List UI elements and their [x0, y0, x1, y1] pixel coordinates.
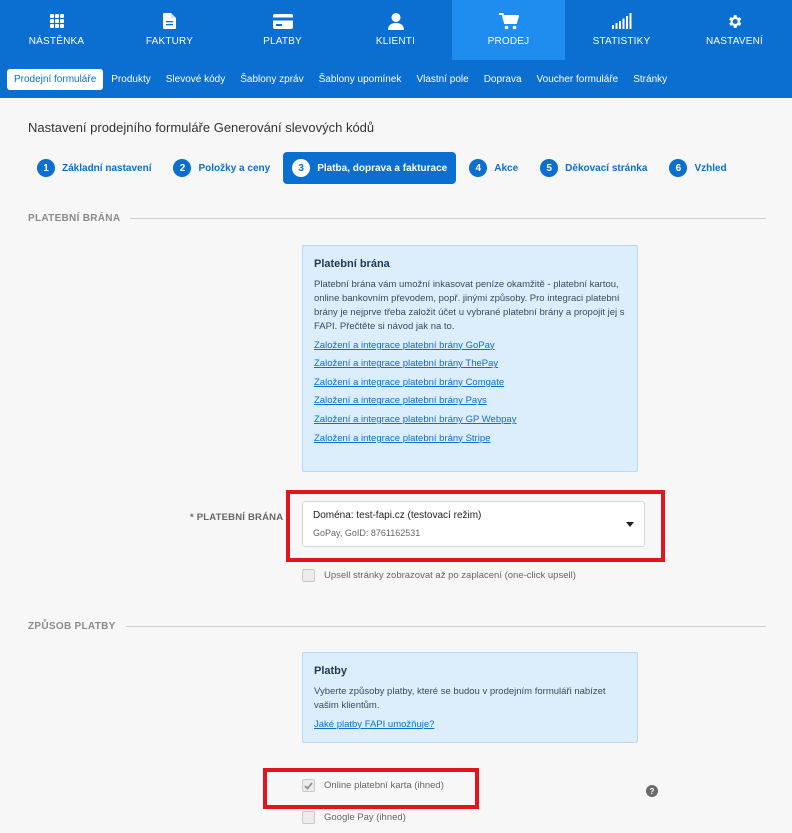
step-5[interactable]: 5 Děkovací stránka: [531, 152, 656, 184]
signal-bars-icon: [611, 12, 632, 30]
section-divider: [125, 626, 766, 627]
step-label: Základní nastavení: [62, 162, 152, 174]
dashboard-grid-icon: [49, 12, 64, 30]
step-4[interactable]: 4 Akce: [460, 152, 527, 184]
subnav-item-stranky[interactable]: Stránky: [626, 69, 674, 90]
payment-option-googlepay-row[interactable]: Google Pay (ihned): [302, 811, 406, 824]
nav-item-label: STATISTIKY: [592, 36, 651, 47]
step-number: 1: [37, 159, 55, 177]
shopping-cart-icon: [498, 12, 519, 30]
link-gpwebpay-guide[interactable]: Založení a integrace platební brány GP W…: [314, 413, 626, 427]
step-2[interactable]: 2 Položky a ceny: [164, 152, 279, 184]
link-comgate-guide[interactable]: Založení a integrace platební brány Comg…: [314, 376, 626, 390]
subnav-item-vlastni-pole[interactable]: Vlastní pole: [409, 69, 475, 90]
gear-icon: [726, 12, 743, 30]
google-pay-label: Google Pay (ihned): [324, 812, 406, 823]
upsell-checkbox[interactable]: [302, 569, 315, 582]
subnav-item-sablony-zprav[interactable]: Šablony zpráv: [233, 69, 310, 90]
nav-item-label: NASTAVENÍ: [706, 36, 763, 47]
subnav-item-sablony-upominek[interactable]: Šablony upomínek: [312, 69, 409, 90]
step-label: Děkovací stránka: [565, 162, 648, 174]
nav-item-nastenka[interactable]: NÁSTĚNKA: [0, 0, 113, 60]
step-number: 6: [669, 159, 688, 177]
gateway-info-box: Platební brána Platební brána vám umožní…: [302, 245, 638, 472]
subnav-item-slevove-kody[interactable]: Slevové kódy: [159, 69, 232, 90]
step-3[interactable]: 3 Platba, doprava a fakturace: [283, 152, 457, 184]
payment-info-box: Platby Vyberte způsoby platby, které se …: [302, 652, 638, 743]
link-fapi-payments[interactable]: Jaké platby FAPI umožňuje?: [314, 718, 626, 732]
subnav-item-voucher-formulare[interactable]: Voucher formuláře: [530, 69, 626, 90]
subnav-item-produkty[interactable]: Produkty: [104, 69, 157, 90]
nav-item-label: NÁSTĚNKA: [28, 36, 85, 47]
nav-item-label: PLATBY: [263, 36, 302, 47]
nav-item-label: KLIENTI: [375, 36, 416, 47]
step-number: 4: [469, 159, 488, 177]
subnav-item-prodejni-formulare[interactable]: Prodejní formuláře: [7, 68, 104, 90]
step-label: Akce: [494, 162, 519, 174]
section-title: ZPŮSOB PLATBY: [28, 621, 116, 632]
info-text: Vyberte způsoby platby, které se budou v…: [314, 686, 606, 711]
google-pay-checkbox[interactable]: [302, 811, 315, 824]
document-icon: [163, 12, 176, 30]
nav-item-klienti[interactable]: KLIENTI: [339, 0, 452, 60]
step-number: 5: [540, 159, 559, 177]
highlight-box-card-payment: [263, 768, 479, 809]
nav-item-label: PRODEJ: [487, 36, 530, 47]
highlight-box-gateway: [286, 490, 665, 562]
section-header-payment: ZPŮSOB PLATBY: [28, 621, 766, 632]
subnav-item-doprava[interactable]: Doprava: [477, 69, 529, 90]
help-icon[interactable]: ?: [646, 785, 658, 797]
info-heading: Platební brána: [314, 258, 390, 270]
step-label: Vzhled: [694, 162, 727, 174]
step-number: 3: [292, 159, 311, 177]
user-icon: [387, 12, 404, 30]
step-1[interactable]: 1 Základní nastavení: [28, 152, 160, 184]
link-thepay-guide[interactable]: Založení a integrace platební brány TheP…: [314, 357, 626, 371]
upsell-checkbox-row[interactable]: Upsell stránky zobrazovat až po zaplacen…: [302, 569, 576, 582]
nav-item-label: FAKTURY: [145, 36, 194, 47]
info-heading: Platby: [314, 665, 348, 677]
link-gopay-guide[interactable]: Založení a integrace platební brány GoPa…: [314, 339, 626, 353]
nav-item-platby[interactable]: PLATBY: [226, 0, 339, 60]
wizard-steps: 1 Základní nastavení 2 Položky a ceny 3 …: [28, 152, 740, 184]
section-title: PLATEBNÍ BRÁNA: [28, 213, 121, 224]
upsell-label: Upsell stránky zobrazovat až po zaplacen…: [324, 570, 576, 581]
section-divider: [130, 218, 766, 219]
credit-card-icon: [272, 12, 293, 30]
nav-item-statistiky[interactable]: STATISTIKY: [565, 0, 678, 60]
step-6[interactable]: 6 Vzhled: [660, 152, 735, 184]
sub-navigation: Prodejní formuláře Produkty Slevové kódy…: [0, 60, 792, 98]
step-number: 2: [173, 159, 192, 177]
info-text: Platební brána vám umožní inkasovat pení…: [314, 279, 625, 332]
nav-item-faktury[interactable]: FAKTURY: [113, 0, 226, 60]
link-stripe-guide[interactable]: Založení a integrace platební brány Stri…: [314, 432, 626, 446]
top-navigation: NÁSTĚNKA FAKTURY PLATBY KLIENTI PRODEJ S…: [0, 0, 792, 60]
page-title: Nastavení prodejního formuláře Generován…: [28, 120, 375, 135]
nav-item-prodej[interactable]: PRODEJ: [452, 0, 565, 60]
step-label: Platba, doprava a fakturace: [317, 162, 448, 174]
nav-item-nastaveni[interactable]: NASTAVENÍ: [678, 0, 791, 60]
gateway-field-label: * PLATEBNÍ BRÁNA: [190, 512, 284, 523]
link-pays-guide[interactable]: Založení a integrace platební brány Pays: [314, 394, 626, 408]
step-label: Položky a ceny: [198, 162, 271, 174]
section-header-gateway: PLATEBNÍ BRÁNA: [28, 213, 766, 224]
